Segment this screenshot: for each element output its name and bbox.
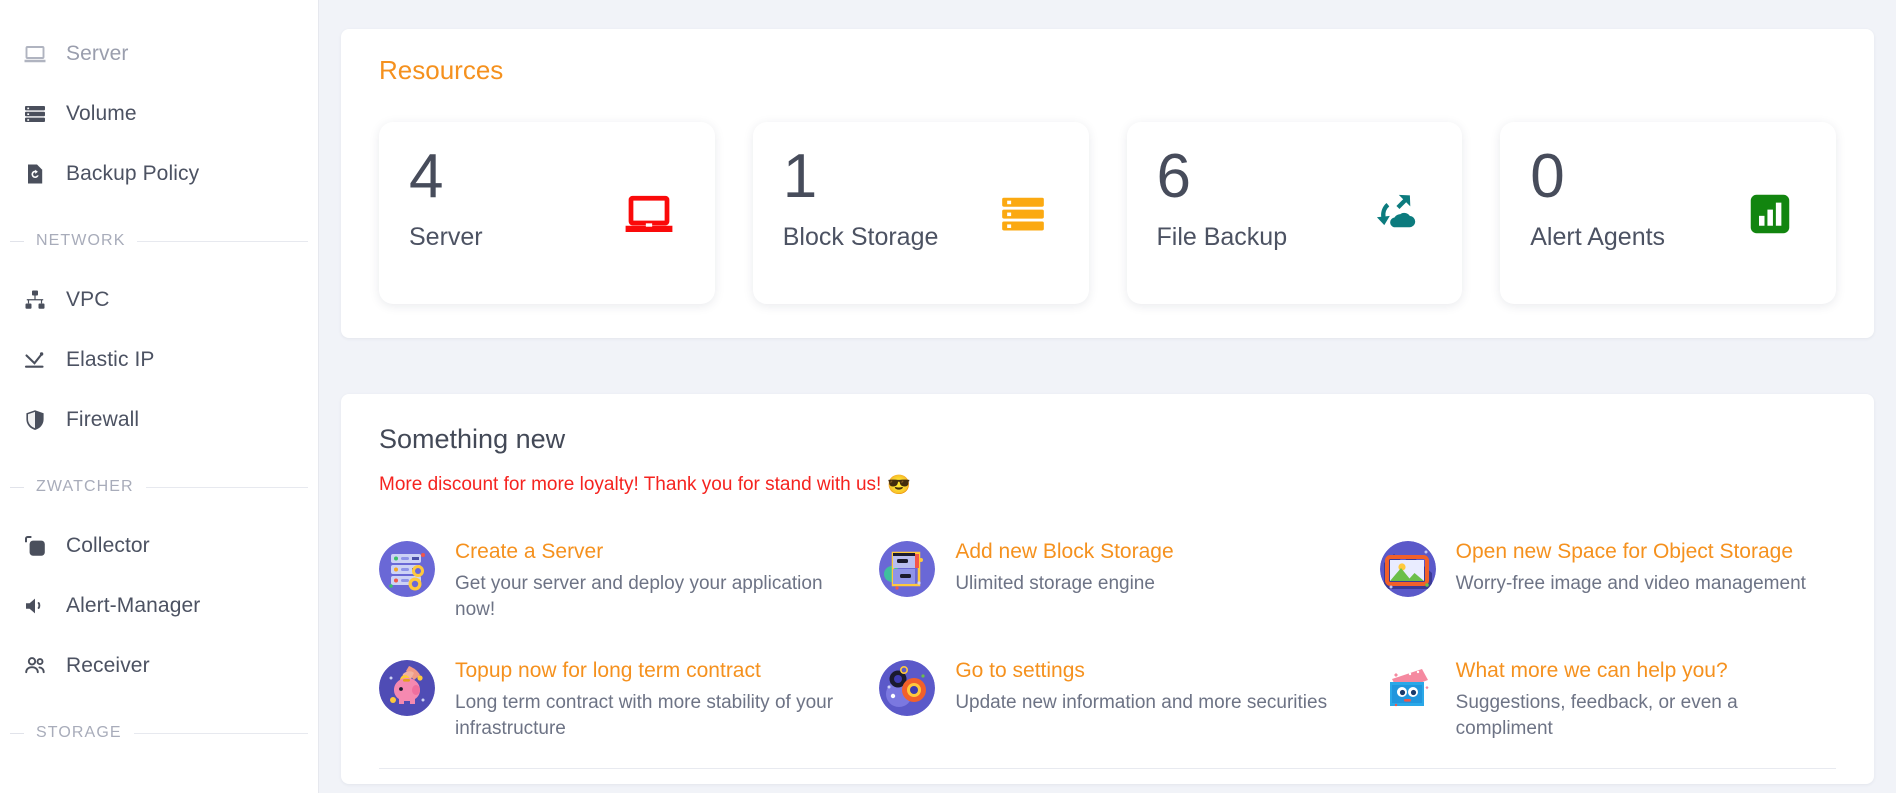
promo-body: Topup now for long term contract Long te… — [455, 656, 835, 743]
promo-add-block-storage[interactable]: Add new Block Storage Ulimited storage e… — [879, 537, 1335, 624]
sidebar-section-storage: STORAGE — [0, 704, 318, 762]
sidebar-item-label: Collector — [66, 534, 150, 557]
copy-layers-icon — [22, 533, 48, 559]
something-new-panel: Something new More discount for more loy… — [341, 394, 1874, 784]
sidebar-section-zwatcher: ZWATCHER — [0, 458, 318, 516]
announcement-banner: More discount for more loyalty! Thank yo… — [379, 473, 1836, 497]
gears-illustration — [879, 659, 936, 716]
sidebar-item-label: Volume — [66, 102, 137, 125]
sidebar-item-elastic-ip[interactable]: Elastic IP — [0, 330, 318, 390]
piggy-bank-illustration — [379, 659, 435, 716]
section-title: STORAGE — [36, 724, 122, 741]
resources-panel: Resources 4 Server 1 Block Storage 6 Fil… — [341, 29, 1874, 338]
sidebar-item-label: Elastic IP — [66, 348, 155, 371]
sidebar-item-label: Alert-Manager — [66, 594, 201, 617]
sidebar-item-collector[interactable]: Collector — [0, 516, 318, 576]
laptop-red-icon — [619, 184, 679, 244]
speaker-icon — [22, 593, 48, 619]
promo-create-server[interactable]: Create a Server Get your server and depl… — [379, 537, 835, 624]
resource-card-alert-agents[interactable]: 0 Alert Agents — [1500, 122, 1836, 304]
file-restore-icon — [22, 161, 48, 187]
promo-body: Add new Block Storage Ulimited storage e… — [955, 537, 1173, 597]
promo-desc: Get your server and deploy your applicat… — [455, 573, 823, 621]
promo-title: What more we can help you? — [1455, 658, 1728, 682]
promo-desc: Update new information and more securiti… — [955, 691, 1328, 713]
resource-card-file-backup[interactable]: 6 File Backup — [1126, 122, 1463, 304]
section-title: ZWATCHER — [36, 478, 134, 495]
section-rule — [145, 486, 308, 488]
announcement-text: More discount for more loyalty! Thank yo… — [379, 474, 882, 495]
promo-body: Open new Space for Object Storage Worry-… — [1456, 537, 1806, 597]
block-storage-illustration — [879, 541, 936, 597]
promo-title: Add new Block Storage — [955, 540, 1174, 563]
promo-body: Go to settings Update new information an… — [955, 656, 1327, 716]
promo-desc: Suggestions, feedback, or even a complim… — [1455, 691, 1738, 740]
section-rule — [133, 732, 308, 734]
laptop-icon — [22, 41, 48, 67]
promo-title: Topup now for long term contract — [455, 658, 761, 682]
promo-desc: Worry-free image and video management — [1455, 573, 1806, 595]
storage-stack-icon — [22, 101, 48, 127]
sidebar-item-label: Receiver — [66, 654, 150, 677]
server-rack-illustration — [379, 541, 435, 597]
promo-body: Create a Server Get your server and depl… — [455, 537, 835, 624]
section-dash — [10, 240, 24, 242]
resource-card-block-storage[interactable]: 1 Block Storage — [752, 122, 1089, 304]
promo-desc: Long term contract with more stability o… — [455, 691, 834, 740]
something-new-title: Something new — [379, 424, 566, 454]
sidebar-item-label: Server — [66, 42, 129, 65]
dashboard-page: Server Volume Backup Policy NETWORK VPC … — [0, 0, 1896, 793]
resource-card-row: 4 Server 1 Block Storage 6 File Backup 0… — [379, 122, 1836, 304]
resource-card-server[interactable]: 4 Server — [379, 122, 715, 304]
promo-body: What more we can help you? Suggestions, … — [1456, 656, 1836, 743]
section-title: NETWORK — [36, 232, 126, 249]
promo-title: Create a Server — [455, 540, 604, 563]
shield-icon — [22, 407, 48, 433]
sidebar-item-receiver[interactable]: Receiver — [0, 636, 318, 696]
sidebar-item-label: Firewall — [66, 408, 140, 431]
elastic-ip-icon — [22, 347, 48, 373]
bar-chart-green-icon — [1740, 184, 1800, 244]
users-icon — [22, 653, 48, 679]
sidebar-item-label: Backup Policy — [66, 162, 200, 185]
section-dash — [10, 732, 24, 734]
promo-desc: Ulimited storage engine — [955, 573, 1155, 595]
promo-object-storage[interactable]: Open new Space for Object Storage Worry-… — [1379, 537, 1836, 624]
section-divider — [379, 768, 1836, 770]
cloud-backup-teal-icon — [1366, 184, 1426, 244]
sidebar: Server Volume Backup Policy NETWORK VPC … — [0, 0, 319, 793]
section-rule — [137, 240, 308, 242]
sidebar-item-backup-policy[interactable]: Backup Policy — [0, 144, 318, 204]
resources-title: Resources — [379, 55, 504, 85]
sidebar-item-volume[interactable]: Volume — [0, 84, 318, 144]
suggestion-box-illustration — [1380, 660, 1436, 716]
sidebar-item-alert-manager[interactable]: Alert-Manager — [0, 576, 318, 636]
sidebar-section-network: NETWORK — [0, 212, 318, 270]
sidebar-item-vpc[interactable]: VPC — [0, 270, 318, 330]
sidebar-item-label: VPC — [66, 288, 110, 311]
promo-help[interactable]: What more we can help you? Suggestions, … — [1380, 656, 1836, 743]
promo-title: Open new Space for Object Storage — [1455, 540, 1794, 563]
block-storage-orange-icon — [993, 184, 1053, 244]
promo-title: Go to settings — [955, 658, 1085, 682]
promo-topup[interactable]: Topup now for long term contract Long te… — [379, 656, 835, 743]
section-dash — [10, 486, 24, 488]
sidebar-item-firewall[interactable]: Firewall — [0, 390, 318, 450]
promo-settings[interactable]: Go to settings Update new information an… — [879, 656, 1335, 743]
sidebar-item-server[interactable]: Server — [0, 24, 318, 84]
main-content: Resources 4 Server 1 Block Storage 6 Fil… — [319, 0, 1896, 793]
network-tree-icon — [22, 287, 48, 313]
photo-frame-illustration — [1379, 541, 1436, 597]
promo-grid: Create a Server Get your server and depl… — [379, 537, 1836, 742]
sunglasses-emoji-icon: 😎 — [887, 475, 911, 496]
